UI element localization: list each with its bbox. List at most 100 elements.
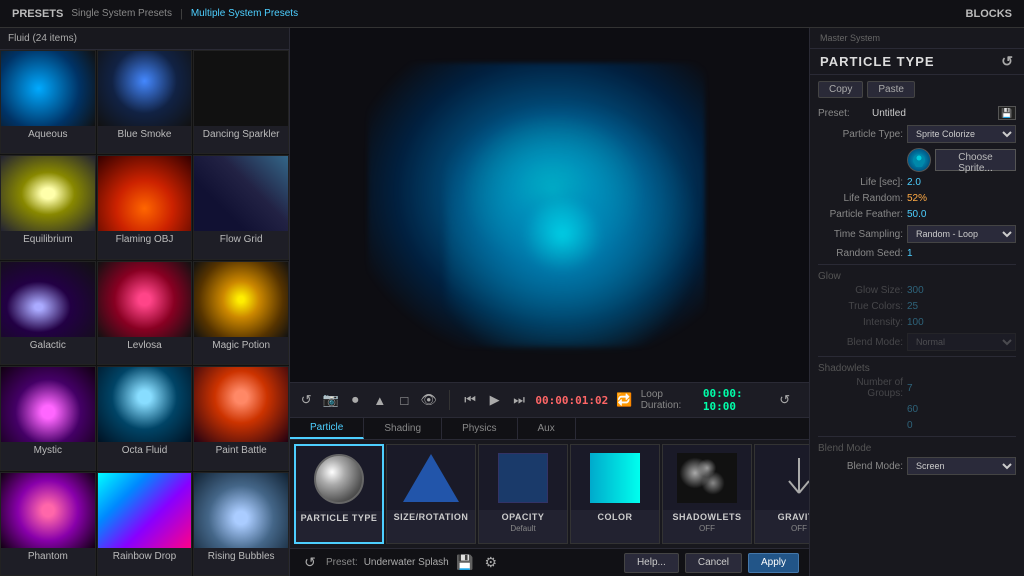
choose-sprite-button[interactable]: Choose Sprite... <box>935 149 1016 171</box>
rewind-icon[interactable]: ↺ <box>298 390 315 410</box>
module-sublabel-opacity: Default <box>510 524 535 536</box>
list-item[interactable]: Galactic <box>0 261 96 365</box>
preset-label: Aqueous <box>26 126 69 143</box>
preset-label: Rainbow Drop <box>111 548 178 565</box>
preset-thumbnail <box>98 473 192 548</box>
list-item[interactable]: Equilibrium <box>0 155 96 259</box>
panel-title: PARTICLE TYPE <box>820 54 935 69</box>
preset-label: Equilibrium <box>21 231 74 248</box>
preset-thumbnail <box>1 51 95 126</box>
play-icon[interactable]: ▶ <box>486 390 503 410</box>
preset-save-icon[interactable]: 💾 <box>998 106 1016 120</box>
preset-label: Paint Battle <box>214 442 269 459</box>
module-thumb-size-rotation <box>387 445 475 510</box>
tab-single-presets[interactable]: Single System Presets <box>71 8 172 19</box>
blend-mode-final-row: Blend Mode: Screen <box>818 457 1016 475</box>
shdw3-value: 0 <box>907 420 1016 431</box>
list-item[interactable]: Magic Potion <box>193 261 289 365</box>
shdw2-row: 60 <box>818 404 1016 415</box>
blend-mode-label-glow: Blend Mode: <box>818 337 903 348</box>
paste-button[interactable]: Paste <box>867 81 915 98</box>
preset-thumbnail <box>194 262 288 337</box>
list-item[interactable]: Phantom <box>0 472 96 576</box>
preset-label: Flow Grid <box>218 231 265 248</box>
list-item[interactable]: Rising Bubbles <box>193 472 289 576</box>
blend-mode-section-label: Blend Mode <box>818 443 1016 454</box>
presets-header: Fluid (24 items) <box>8 33 77 44</box>
list-item[interactable]: Mystic <box>0 366 96 470</box>
skip-back-icon[interactable]: ⏮ <box>462 390 479 410</box>
eye-icon[interactable]: 👁 <box>421 390 438 410</box>
blend-divider <box>818 436 1016 437</box>
cancel-button[interactable]: Cancel <box>685 553 742 573</box>
particle-type-select[interactable]: Sprite Colorize <box>907 125 1016 143</box>
module-label-opacity: OPACITY <box>500 510 547 524</box>
list-item[interactable]: Dancing Sparkler <box>193 50 289 154</box>
blocks-title: BLOCKS <box>966 8 1012 20</box>
sprite-row: Choose Sprite... <box>818 148 1016 172</box>
list-item[interactable]: Paint Battle <box>193 366 289 470</box>
preset-label: Magic Potion <box>210 337 272 354</box>
life-value[interactable]: 2.0 <box>907 177 1016 188</box>
module-gravity[interactable]: GRAVITY OFF <box>754 444 809 544</box>
particle-type-row: Particle Type: Sprite Colorize <box>818 125 1016 143</box>
loop-label: Loop Duration: <box>641 389 695 411</box>
module-opacity[interactable]: OPACITY Default <box>478 444 568 544</box>
glow-size-label: Glow Size: <box>818 285 903 296</box>
module-shadowlets[interactable]: SHADOWLETS OFF <box>662 444 752 544</box>
blend-mode-final-select[interactable]: Screen <box>907 457 1016 475</box>
particle-feather-value[interactable]: 50.0 <box>907 209 1016 220</box>
preset-thumbnail <box>98 51 192 126</box>
shadowlets-section-label: Shadowlets <box>818 363 1016 374</box>
settings-icon[interactable]: ⚙ <box>481 553 501 573</box>
tab-shading[interactable]: Shading <box>364 418 442 439</box>
list-item[interactable]: Blue Smoke <box>97 50 193 154</box>
list-item[interactable]: Aqueous <box>0 50 96 154</box>
camera-icon[interactable]: 📷 <box>323 390 340 410</box>
module-particle-type[interactable]: PARTICLE TYPE <box>294 444 384 544</box>
module-color[interactable]: COLOR <box>570 444 660 544</box>
record-icon[interactable]: ⏺ <box>347 390 364 410</box>
time-sampling-select[interactable]: Random - Loop <box>907 225 1016 243</box>
list-item[interactable]: Levlosa <box>97 261 193 365</box>
life-random-label: Life Random: <box>818 193 903 204</box>
num-groups-row: Number of Groups: 7 <box>818 377 1016 399</box>
preset-label: Levlosa <box>125 337 163 354</box>
tab-multiple-presets[interactable]: Multiple System Presets <box>191 8 298 19</box>
sprite-avatar[interactable] <box>907 148 931 172</box>
life-label: Life [sec]: <box>818 177 903 188</box>
module-thumb-shadowlets <box>663 445 751 510</box>
save-icon[interactable]: 💾 <box>455 553 475 573</box>
skip-fwd-icon[interactable]: ⏭ <box>511 390 528 410</box>
current-time: 00:00:01:02 <box>535 394 608 407</box>
preset-label-text: Preset: <box>818 108 868 119</box>
module-sublabel-shadowlets: OFF <box>699 524 715 536</box>
module-sublabel-gravity: OFF <box>791 524 807 536</box>
random-seed-value[interactable]: 1 <box>907 248 1016 259</box>
refresh-icon[interactable]: ↺ <box>1001 53 1014 70</box>
reset-time-icon[interactable]: ↺ <box>776 390 793 410</box>
reset-icon[interactable]: ↺ <box>300 553 320 573</box>
life-random-value[interactable]: 52% <box>907 193 1016 204</box>
preset-thumbnail <box>194 51 288 126</box>
list-item[interactable]: Flaming OBJ <box>97 155 193 259</box>
glow-size-row: Glow Size: 300 <box>818 285 1016 296</box>
random-seed-row: Random Seed: 1 <box>818 248 1016 259</box>
preset-thumbnail <box>98 262 192 337</box>
module-size-rotation[interactable]: SIZE/ROTATION <box>386 444 476 544</box>
list-item[interactable]: Rainbow Drop <box>97 472 193 576</box>
frame-icon[interactable]: ▲ <box>372 390 389 410</box>
preset-label: Rising Bubbles <box>206 548 277 565</box>
tab-physics[interactable]: Physics <box>442 418 517 439</box>
tab-aux[interactable]: Aux <box>518 418 576 439</box>
tab-particle[interactable]: Particle <box>290 418 364 439</box>
list-item[interactable]: Octa Fluid <box>97 366 193 470</box>
help-button[interactable]: Help... <box>624 553 679 573</box>
glow-int-row: Intensity: 100 <box>818 317 1016 328</box>
copy-button[interactable]: Copy <box>818 81 863 98</box>
loop-icon[interactable]: 🔁 <box>616 390 633 410</box>
preset-grid: Aqueous Blue Smoke Dancing Sparkler Equi… <box>0 50 289 576</box>
list-item[interactable]: Flow Grid <box>193 155 289 259</box>
screen-icon[interactable]: □ <box>396 390 413 410</box>
apply-button[interactable]: Apply <box>748 553 799 573</box>
